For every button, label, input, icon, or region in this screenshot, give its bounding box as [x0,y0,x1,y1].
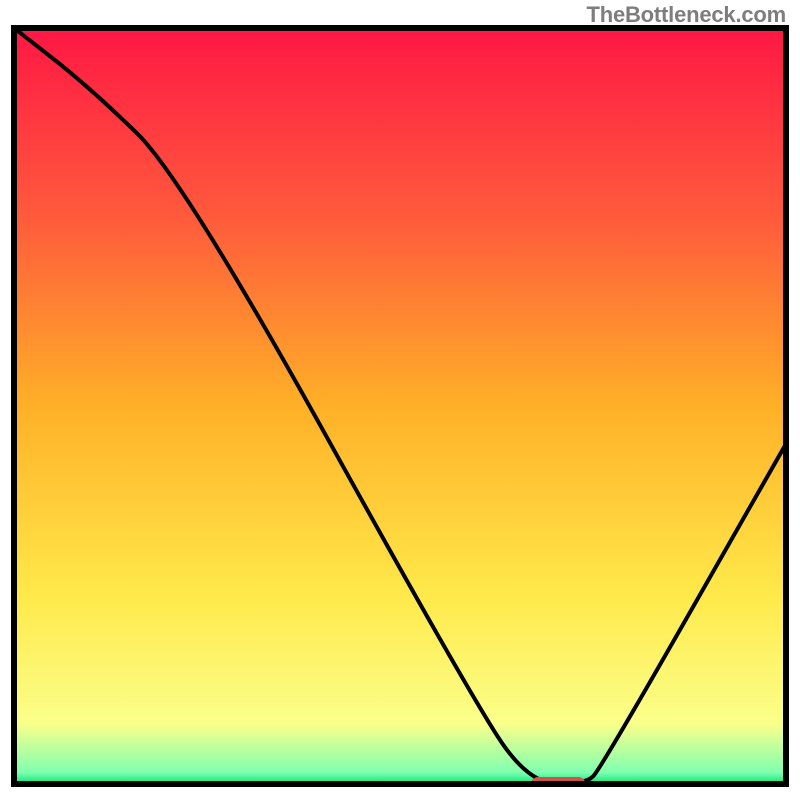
watermark-text: TheBottleneck.com [586,2,786,28]
chart-container: TheBottleneck.com [0,0,800,800]
bottleneck-chart [0,0,800,800]
plot-background [14,28,786,784]
